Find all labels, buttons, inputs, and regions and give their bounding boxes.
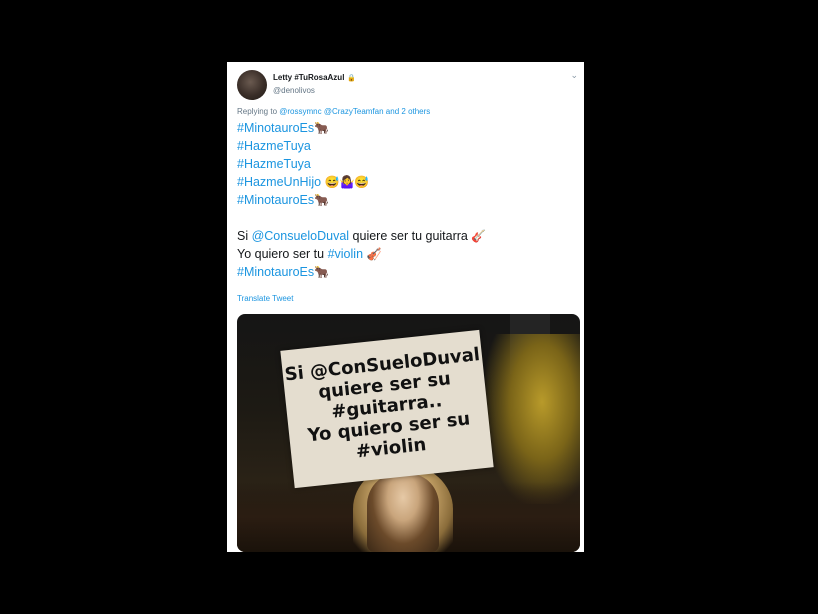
emoji-group: 😅🤷‍♀️😅 [324, 175, 370, 189]
hashtag-violin[interactable]: #violin [328, 247, 363, 261]
author-handle[interactable]: @denolivos [273, 86, 315, 95]
hashtag-minotauroes[interactable]: #MinotauroEs [237, 193, 314, 207]
reply-prefix: Replying to [237, 107, 278, 116]
sign-text: Si @ConSueloDuval quiere ser su #guitarr… [282, 344, 492, 469]
violin-emoji: 🎻 [366, 247, 382, 261]
person [367, 474, 439, 552]
tweet-line: #MinotauroEs🐂 [237, 263, 486, 281]
mention-consueloduval[interactable]: @ConsueloDuval [252, 229, 349, 243]
author-name-text[interactable]: Letty #TuRosaAzul [273, 73, 344, 82]
hashtag-minotauroes[interactable]: #MinotauroEs [237, 265, 314, 279]
tweet-line: #HazmeUnHijo 😅🤷‍♀️😅 [237, 173, 486, 191]
tweet-line: #HazmeTuya [237, 155, 486, 173]
hashtag-hazmeunhijo[interactable]: #HazmeUnHijo [237, 175, 321, 189]
text-fragment: Si [237, 229, 252, 243]
lock-icon: 🔒 [347, 75, 357, 82]
translate-tweet-link[interactable]: Translate Tweet [237, 294, 293, 303]
hashtag-hazmetuya[interactable]: #HazmeTuya [237, 157, 311, 171]
reply-mention-rossymnc[interactable]: @rossymnc [279, 107, 321, 116]
bull-emoji: 🐂 [314, 193, 330, 207]
guitar-emoji: 🎸 [471, 229, 487, 243]
tweet-line: #MinotauroEs🐂 [237, 191, 486, 209]
replying-to: Replying to @rossymnc @CrazyTeamfan and … [237, 107, 430, 116]
hashtag-minotauroes[interactable]: #MinotauroEs [237, 121, 314, 135]
text-fragment: Yo quiero ser tu [237, 247, 328, 261]
tweet-line: #MinotauroEs🐂 [237, 119, 486, 137]
reply-mention-crazyteamfan[interactable]: @CrazyTeamfan [324, 107, 384, 116]
reply-and[interactable]: and [386, 107, 399, 116]
tweet-line: Yo quiero ser tu #violin 🎻 [237, 245, 486, 263]
avatar[interactable] [237, 70, 267, 100]
background-tree [485, 334, 580, 504]
tweet-line: Si @ConsueloDuval quiere ser tu guitarra… [237, 227, 486, 245]
protest-sign: Si @ConSueloDuval quiere ser su #guitarr… [280, 329, 494, 489]
author-name[interactable]: Letty #TuRosaAzul 🔒 [273, 73, 356, 82]
tweet-text: #MinotauroEs🐂 #HazmeTuya #HazmeTuya #Haz… [237, 119, 486, 281]
tweet-card: Letty #TuRosaAzul 🔒 @denolivos ⌄ Replying… [227, 62, 584, 552]
bull-emoji: 🐂 [314, 121, 330, 135]
chevron-down-icon[interactable]: ⌄ [570, 70, 578, 81]
text-fragment: quiere ser tu guitarra [349, 229, 472, 243]
tweet-line: #HazmeTuya [237, 137, 486, 155]
tweet-image[interactable]: Si @ConSueloDuval quiere ser su #guitarr… [237, 314, 580, 552]
bull-emoji: 🐂 [314, 265, 330, 279]
hashtag-hazmetuya[interactable]: #HazmeTuya [237, 139, 311, 153]
reply-others[interactable]: 2 others [401, 107, 430, 116]
